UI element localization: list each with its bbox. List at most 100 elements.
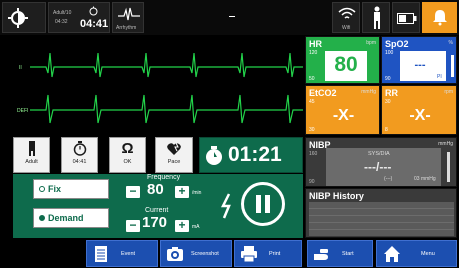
wifi-caption: Wifi (342, 25, 351, 31)
rr-high-limit: 30 (385, 99, 391, 105)
battery-status[interactable] (392, 2, 420, 33)
fix-mode-label: Fix (48, 184, 62, 194)
current-unit: mA (192, 224, 200, 230)
pacing-heart-icon (167, 142, 181, 155)
etco2-high-limit: 45 (309, 99, 315, 105)
rr-low-limit: 8 (385, 127, 388, 133)
etco2-low-limit: 30 (309, 127, 315, 133)
frequency-value: 80 (147, 181, 164, 198)
camera-icon (167, 247, 183, 261)
nibp-value: ---/--- (364, 160, 392, 174)
alarm-button[interactable] (422, 2, 457, 33)
current-decrease-button[interactable]: − (126, 219, 140, 232)
etco2-label: EtCO2 (309, 88, 337, 98)
ecg-trace-lead2 (30, 94, 303, 124)
frequency-unit: /min (192, 190, 202, 196)
etco2-tile[interactable]: EtCO2 mmHg 45 30 -X- (305, 85, 380, 135)
hr-high-limit: 120 (309, 50, 318, 56)
home-icon (384, 246, 400, 262)
screenshot-button[interactable]: Screenshot (160, 240, 232, 267)
nibp-high-limit: 160 (309, 151, 318, 157)
patient-mode-time: 04:32 (55, 19, 68, 25)
event-button-label: Event (121, 251, 136, 257)
demand-radio[interactable] (39, 215, 45, 221)
current-increase-button[interactable]: + (175, 219, 189, 232)
current-label: Current (145, 207, 169, 214)
pause-icon (256, 195, 270, 213)
status-dash (229, 16, 235, 17)
nibp-map-unit: 03 mmHg (414, 176, 436, 182)
hr-label: HR (309, 39, 322, 49)
event-button[interactable]: Event (86, 240, 158, 267)
patient-time-info[interactable]: Adult/10 04:32 04:41 (48, 2, 110, 33)
start-button[interactable]: Start (307, 240, 373, 267)
pace-timer-value: 01:21 (228, 143, 282, 166)
ecg-waveform-area: II DEFI (0, 35, 303, 135)
frequency-label: Frequency (147, 174, 181, 181)
rr-unit: rpm (444, 89, 453, 95)
ohm-icon: Ω (121, 140, 134, 157)
hr-tile[interactable]: HR bpm 120 50 80 (305, 36, 380, 84)
spo2-tile[interactable]: SpO2 % 100 90 --- PI (381, 36, 457, 84)
nibp-tile[interactable]: NIBP mmHg 160 90 SYS/DIA ---/--- (---) 0… (305, 137, 457, 187)
pacing-timer-icon (206, 146, 222, 165)
spo2-unit: % (448, 40, 453, 46)
patient-status[interactable] (362, 2, 390, 33)
hr-unit: bpm (366, 40, 376, 46)
demand-mode-label: Demand (48, 213, 84, 223)
ecg-trace-lead1 (30, 52, 303, 78)
spo2-label: SpO2 (385, 39, 409, 49)
menu-button-label: Menu (421, 251, 435, 257)
pace-button[interactable]: Pace (155, 137, 193, 173)
top-status-bar: Adult/10 04:32 04:41 Arrhythm Wifi (0, 0, 459, 35)
etco2-value: -X- (332, 107, 355, 124)
ecg-traces (30, 52, 303, 124)
pause-pacing-button[interactable] (241, 182, 285, 226)
nibp-low-limit: 90 (309, 179, 315, 185)
battery-icon (397, 13, 417, 24)
menu-button[interactable]: Menu (376, 240, 457, 267)
adult-button-label: Adult (25, 159, 38, 165)
person-icon (28, 141, 35, 156)
print-button-label: Print (269, 251, 281, 257)
nibp-history-panel[interactable]: NIBP History (305, 188, 457, 238)
hr-value: 80 (334, 53, 358, 76)
spo2-value: --- (414, 59, 426, 71)
lightning-bolt-icon (220, 193, 231, 219)
arrhythmia-button[interactable]: Arrhythm (112, 2, 144, 33)
pace-button-label: Pace (167, 159, 181, 165)
printer-icon (241, 246, 257, 262)
timer-button[interactable]: 04:41 (61, 137, 98, 173)
person-icon (374, 6, 380, 29)
nibp-history-label: NIBP History (309, 191, 364, 201)
spo2-signal-bar (451, 55, 454, 77)
arrhythmia-caption: Arrhythm (116, 25, 137, 31)
print-button[interactable]: Print (234, 240, 302, 267)
stopwatch-icon (89, 6, 98, 16)
spo2-pi-label: PI (437, 74, 442, 80)
nibp-map: (---) (384, 176, 393, 182)
event-list-icon (95, 246, 107, 262)
hr-low-limit: 50 (309, 76, 315, 82)
start-button-label: Start (342, 251, 354, 257)
impedance-ok-button[interactable]: Ω OK (109, 137, 146, 173)
stopwatch-icon (73, 141, 86, 156)
nibp-scale-bar (447, 152, 450, 182)
fix-mode-option[interactable]: Fix (33, 179, 109, 199)
pace-timer-display: 01:21 (199, 137, 303, 173)
gear-brightness-icon (8, 8, 28, 28)
demand-mode-option[interactable]: Demand (33, 208, 109, 228)
impedance-ok-label: OK (123, 159, 132, 165)
settings-button[interactable] (2, 2, 46, 33)
frequency-decrease-button[interactable]: − (126, 185, 140, 198)
fix-radio[interactable] (39, 186, 45, 192)
spo2-low-limit: 90 (385, 76, 391, 82)
frequency-increase-button[interactable]: + (175, 185, 189, 198)
elapsed-timer: 04:41 (80, 18, 109, 30)
nibp-unit: mmHg (438, 141, 453, 147)
wifi-status[interactable]: Wifi (332, 2, 360, 33)
nibp-sysdia-label: SYS/DIA (368, 151, 390, 157)
rr-tile[interactable]: RR rpm 30 8 -X- (381, 85, 457, 135)
alarm-bell-icon (433, 10, 447, 26)
adult-button[interactable]: Adult (13, 137, 50, 173)
